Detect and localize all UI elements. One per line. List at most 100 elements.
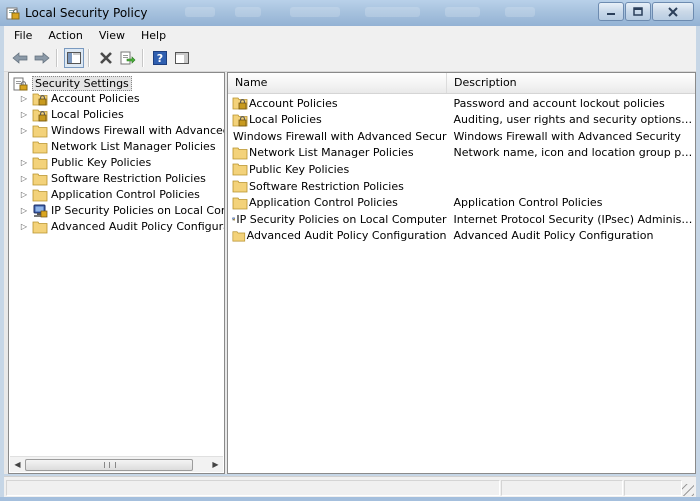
tree-item-label: Public Key Policies (51, 156, 152, 169)
column-header-description[interactable]: Description (447, 73, 695, 93)
main-content: Security Settings ▷ Account Policies ▷ L… (4, 72, 696, 474)
tree-root-security-settings[interactable]: Security Settings (13, 76, 132, 91)
blurred-background-title (445, 7, 480, 17)
maximize-icon (633, 7, 643, 16)
row-description: Internet Protocol Security (IPsec) Admin… (453, 212, 695, 226)
scroll-thumb[interactable] (25, 459, 193, 471)
tree-item-public-key-policies[interactable]: ▷ Public Key Policies (19, 155, 151, 170)
tree-item-ip-security[interactable]: ▷ IP Security Policies on Local Compute (19, 203, 224, 218)
folder-lock-icon (32, 109, 48, 121)
delete-button[interactable] (96, 48, 116, 68)
folder-icon (32, 125, 48, 137)
blurred-background-title (365, 7, 420, 17)
toolbar-separator (56, 49, 58, 67)
menu-view[interactable]: View (91, 29, 133, 42)
tree-item-local-policies[interactable]: ▷ Local Policies (19, 107, 124, 122)
folder-icon (32, 141, 48, 153)
status-segment (501, 480, 623, 496)
tree-item-label: Windows Firewall with Advanced Secu (51, 124, 225, 137)
tree-item-label: Application Control Policies (51, 188, 200, 201)
menu-file[interactable]: File (4, 29, 40, 42)
menu-help[interactable]: Help (133, 29, 174, 42)
row-name: IP Security Policies on Local Computer (236, 212, 447, 226)
blurred-background-title (505, 7, 535, 17)
tree-item-label: Advanced Audit Policy Configuration (51, 220, 224, 233)
table-row[interactable]: Local Policies Auditing, user rights and… (228, 112, 695, 128)
tree-item-account-policies[interactable]: ▷ Account Policies (19, 91, 140, 106)
folder-icon (32, 157, 48, 169)
menu-action[interactable]: Action (40, 29, 90, 42)
table-row[interactable]: Public Key Policies (228, 161, 695, 177)
status-bar (4, 476, 696, 498)
expand-arrow-icon[interactable]: ▷ (19, 158, 29, 167)
scroll-left-arrow-icon[interactable]: ◀ (10, 457, 25, 472)
resize-grip-icon[interactable] (682, 484, 694, 496)
toolbar-separator (142, 49, 144, 67)
tree-item-label: Software Restriction Policies (51, 172, 206, 185)
maximize-button[interactable] (625, 2, 651, 21)
expand-arrow-icon[interactable]: ▷ (19, 190, 29, 199)
help-icon: ? (153, 51, 167, 65)
help-button[interactable]: ? (150, 48, 170, 68)
scroll-right-arrow-icon[interactable]: ▶ (208, 457, 223, 472)
status-segment (6, 480, 500, 496)
ip-security-icon (33, 204, 48, 217)
show-hide-console-tree-button[interactable] (64, 48, 84, 68)
table-row[interactable]: Windows Firewall with Advanced Security … (228, 128, 695, 144)
forward-arrow-icon (34, 52, 50, 64)
column-header-name[interactable]: Name (228, 73, 447, 93)
tree-item-application-control[interactable]: ▷ Application Control Policies (19, 187, 200, 202)
row-name: Network List Manager Policies (249, 146, 414, 160)
minimize-button[interactable] (598, 2, 624, 21)
expand-arrow-icon[interactable]: ▷ (19, 126, 29, 135)
folder-icon (32, 173, 48, 185)
minimize-icon (607, 12, 615, 15)
row-description: Advanced Audit Policy Configuration (453, 229, 654, 243)
expand-arrow-icon[interactable]: ▷ (19, 174, 29, 183)
folder-icon (232, 163, 248, 176)
window-frame-bottom (0, 497, 700, 501)
table-row[interactable]: Network List Manager Policies Network na… (228, 145, 695, 161)
back-arrow-icon (12, 52, 28, 64)
tree-item-label: Network List Manager Policies (51, 140, 216, 153)
tree-item-windows-firewall[interactable]: ▷ Windows Firewall with Advanced Secu (19, 123, 225, 138)
close-icon (668, 6, 678, 17)
blurred-background-title (235, 7, 261, 17)
folder-icon (232, 180, 248, 193)
close-button[interactable] (652, 2, 694, 21)
back-button[interactable] (10, 48, 30, 68)
row-name: Local Policies (249, 113, 322, 127)
table-row[interactable]: Account Policies Password and account lo… (228, 95, 695, 111)
tree-item-advanced-audit[interactable]: ▷ Advanced Audit Policy Configuration (19, 219, 224, 234)
expand-arrow-icon[interactable]: ▷ (19, 206, 29, 215)
show-hide-action-pane-button[interactable] (172, 48, 192, 68)
expand-arrow-icon[interactable]: ▷ (19, 94, 29, 103)
table-row[interactable]: Advanced Audit Policy Configuration Adva… (228, 228, 695, 244)
folder-icon (32, 221, 48, 233)
status-segment (624, 480, 682, 496)
console-tree-pane[interactable]: Security Settings ▷ Account Policies ▷ L… (8, 72, 225, 474)
table-row[interactable]: IP Security Policies on Local Computer I… (228, 211, 695, 227)
folder-lock-icon (232, 114, 248, 126)
forward-button[interactable] (32, 48, 52, 68)
folder-lock-icon (232, 97, 248, 110)
tree-item-network-list-manager[interactable]: Network List Manager Policies (19, 139, 216, 154)
tree-horizontal-scrollbar[interactable]: ◀ ▶ (10, 456, 223, 472)
expand-arrow-icon[interactable]: ▷ (19, 222, 29, 231)
local-security-policy-window: Local Security Policy File Action View H… (0, 0, 700, 501)
expand-arrow-icon[interactable]: ▷ (19, 110, 29, 119)
ip-security-icon (232, 217, 236, 221)
svg-text:?: ? (157, 52, 163, 65)
tree-item-software-restriction[interactable]: ▷ Software Restriction Policies (19, 171, 206, 186)
export-list-button[interactable] (118, 48, 138, 68)
export-list-icon (120, 51, 136, 65)
blurred-background-title (185, 7, 215, 17)
folder-icon (32, 189, 48, 201)
folder-icon (232, 231, 246, 242)
row-name: Advanced Audit Policy Configuration (246, 229, 447, 243)
security-policy-app-icon (6, 7, 20, 20)
table-row[interactable]: Application Control Policies Application… (228, 195, 695, 211)
title-bar[interactable]: Local Security Policy (0, 0, 700, 26)
table-row[interactable]: Software Restriction Policies (228, 178, 695, 194)
details-list-pane[interactable]: Name Description Account Policies Passwo… (227, 72, 696, 474)
